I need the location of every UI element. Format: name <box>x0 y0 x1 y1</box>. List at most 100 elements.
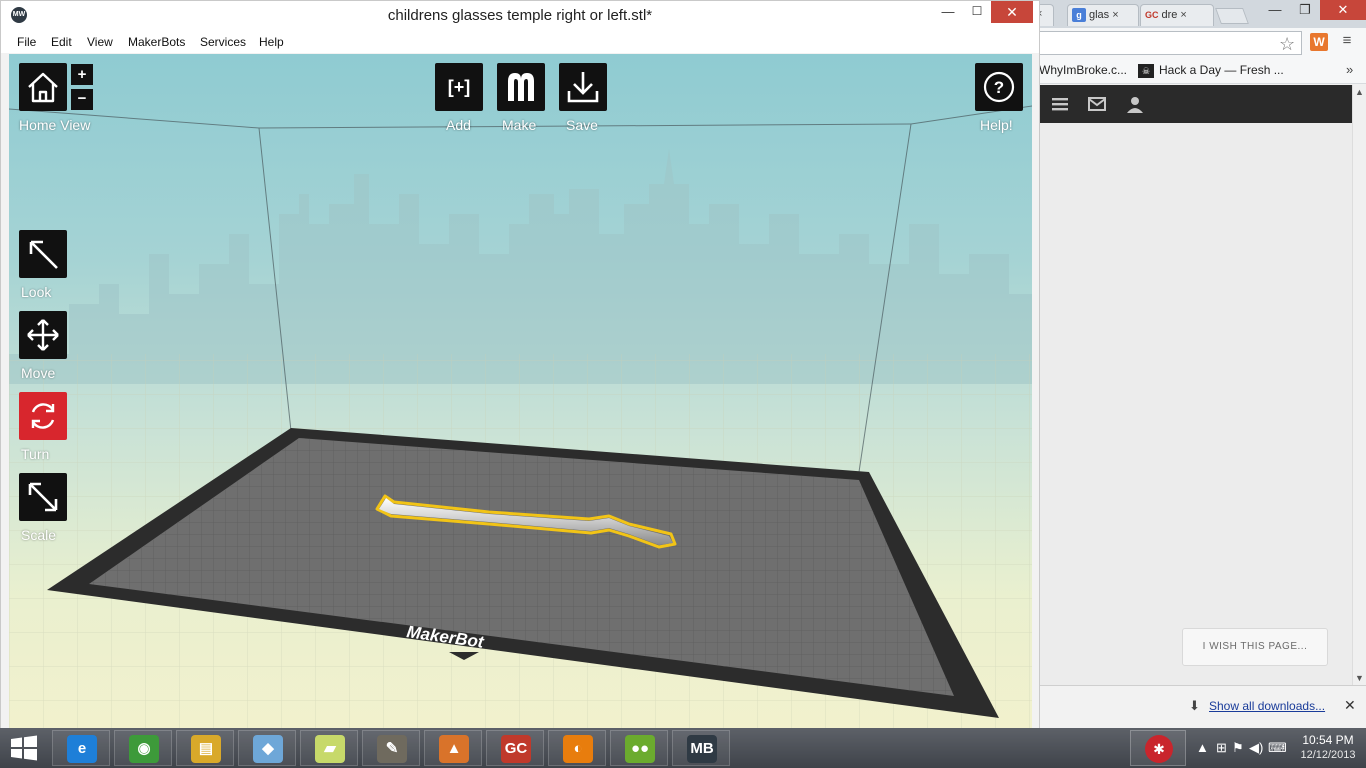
add-icon: [+] <box>448 77 471 97</box>
move-tool-button[interactable] <box>19 311 67 359</box>
makerbot-desktop-icon: MB <box>687 735 717 763</box>
home-view-button[interactable] <box>19 63 67 111</box>
tab-close-icon[interactable]: × <box>1112 9 1118 21</box>
make-label: Make <box>502 117 537 133</box>
taskbar-peas[interactable]: ●● <box>610 730 668 766</box>
hackaday-icon: ☠ <box>1138 63 1154 78</box>
show-all-downloads-link[interactable]: Show all downloads... <box>1209 699 1325 713</box>
3d-viewport[interactable]: MakerBot Home View + − [+] Add Make Save… <box>9 54 1032 734</box>
page-scrollbar[interactable]: ▲ ▼ <box>1352 85 1366 685</box>
scale-arrows-icon <box>28 482 58 512</box>
menu-help[interactable]: Help <box>259 35 284 49</box>
taskbar-gc[interactable]: GC <box>486 730 544 766</box>
look-tool-button[interactable] <box>19 230 67 278</box>
scale-tool-button[interactable] <box>19 473 67 521</box>
file-explorer-icon: ▤ <box>191 735 221 763</box>
bookmarks-overflow-icon[interactable]: » <box>1346 62 1353 77</box>
app-4-icon: ◆ <box>253 735 283 763</box>
add-button[interactable]: [+] <box>435 63 483 111</box>
home-icon <box>28 72 58 103</box>
tab-label: glas <box>1089 8 1110 21</box>
menu-services[interactable]: Services <box>200 35 246 49</box>
browser-toolbar: ☆ W ≡ <box>1034 28 1366 58</box>
chrome-menu-icon[interactable]: ≡ <box>1338 32 1356 50</box>
page-content: I WISH THIS PAGE... <box>1034 123 1352 685</box>
browser-tab-gc[interactable]: GC dre × <box>1140 4 1214 26</box>
menu-makerbots[interactable]: MakerBots <box>128 35 185 49</box>
window-titlebar: MW childrens glasses temple right or lef… <box>1 1 1039 31</box>
downloads-close-icon[interactable]: ✕ <box>1344 697 1356 714</box>
address-bar[interactable]: ☆ <box>1038 31 1302 55</box>
action-center-icon[interactable]: ⚑ <box>1232 740 1244 756</box>
system-tray: ✱ ▲ ⊞ ⚑ ◀) ⌨ 10:54 PM 12/12/2013 <box>1128 728 1366 768</box>
taskbar-app-4[interactable]: ◆ <box>238 730 296 766</box>
bookmark-star-icon[interactable]: ☆ <box>1279 34 1295 55</box>
zoom-out-button[interactable]: − <box>71 89 93 110</box>
windows-taskbar: e ◉ ▤ ◆ ▰ ✎ ▲ GC ◐ ●● MB ✱ ▲ ⊞ ⚑ ◀) ⌨ 10:54 PM 12/… <box>0 728 1366 768</box>
windows-logo-icon <box>11 735 37 761</box>
browser-close-button[interactable]: ✕ <box>1320 0 1366 20</box>
taskbar-gimp[interactable]: ✎ <box>362 730 420 766</box>
browser-maximize-button[interactable]: ❐ <box>1290 0 1320 20</box>
tray-pinned-app[interactable]: ✱ <box>1130 730 1186 766</box>
menu-file[interactable]: File <box>17 35 36 49</box>
download-icon <box>567 72 599 103</box>
bookmarks-bar: WhyImBroke.c... ☠ Hack a Day — Fresh ... … <box>1034 58 1366 84</box>
turn-tool-button[interactable] <box>19 392 67 440</box>
mail-icon[interactable] <box>1087 95 1107 113</box>
close-button[interactable]: ✕ <box>991 1 1033 23</box>
browser-tab-strip: × gglas× GCdre× — ❐ ✕ <box>1028 0 1366 28</box>
taskbar-sticky-notes[interactable]: ▰ <box>300 730 358 766</box>
makerbot-window: MW childrens glasses temple right or lef… <box>0 0 1040 734</box>
network-icon[interactable]: ⊞ <box>1216 740 1227 756</box>
downloads-bar: ⬇ Show all downloads... ✕ <box>1034 685 1366 733</box>
chrome-browser-window: × gglas× GCdre× — ❐ ✕ ☆ W ≡ WhyImBroke.c… <box>1028 0 1366 733</box>
menu-edit[interactable]: Edit <box>51 35 72 49</box>
browser-tab-glasses[interactable]: g glas × <box>1067 4 1139 26</box>
start-button[interactable] <box>8 734 40 762</box>
look-label: Look <box>21 284 52 300</box>
clock-time[interactable]: 10:54 PM <box>1296 733 1360 747</box>
gc-icon: GC <box>501 735 531 763</box>
tab-label: dre <box>1161 8 1178 21</box>
taskbar-file-explorer[interactable]: ▤ <box>176 730 234 766</box>
app-7-icon: ▲ <box>439 735 469 763</box>
help-button[interactable]: ? <box>975 63 1023 111</box>
maximize-button[interactable]: ☐ <box>963 4 991 24</box>
bookmark-whyimbroke[interactable]: WhyImBroke.c... <box>1039 63 1127 77</box>
extension-icon[interactable]: W <box>1310 33 1328 51</box>
show-hidden-icons-icon[interactable]: ▲ <box>1196 740 1209 755</box>
menu-icon[interactable] <box>1050 95 1070 113</box>
desktop: × gglas× GCdre× — ❐ ✕ ☆ W ≡ WhyImBroke.c… <box>0 0 1366 768</box>
save-button[interactable] <box>559 63 607 111</box>
gc-icon: GC <box>1145 10 1159 20</box>
look-arrow-icon <box>29 240 58 269</box>
volume-icon[interactable]: ◀) <box>1249 740 1263 756</box>
taskbar-makerbot-desktop[interactable]: MB <box>672 730 730 766</box>
taskbar-internet-explorer[interactable]: e <box>52 730 110 766</box>
minimize-button[interactable]: — <box>934 4 962 24</box>
wish-this-page-button[interactable]: I WISH THIS PAGE... <box>1182 628 1328 666</box>
taskbar-blender[interactable]: ◐ <box>548 730 606 766</box>
scroll-down-icon[interactable]: ▼ <box>1355 673 1364 683</box>
make-button[interactable] <box>497 63 545 111</box>
taskbar-chrome[interactable]: ◉ <box>114 730 172 766</box>
bookmark-hackaday[interactable]: ☠ Hack a Day — Fresh ... <box>1138 63 1284 78</box>
new-tab-button[interactable] <box>1215 8 1249 24</box>
save-label: Save <box>566 117 598 133</box>
window-title: childrens glasses temple right or left.s… <box>387 7 653 24</box>
svg-text:?: ? <box>994 78 1004 97</box>
rotate-icon <box>31 403 55 429</box>
help-label: Help! <box>980 117 1013 133</box>
menu-view[interactable]: View <box>87 35 113 49</box>
makerbot-m-icon <box>508 73 534 101</box>
site-header <box>1034 85 1352 123</box>
taskbar-app-7[interactable]: ▲ <box>424 730 482 766</box>
browser-minimize-button[interactable]: — <box>1260 0 1290 20</box>
user-icon[interactable] <box>1125 95 1145 113</box>
scroll-up-icon[interactable]: ▲ <box>1355 87 1364 97</box>
tab-close-icon[interactable]: × <box>1180 9 1186 21</box>
zoom-in-button[interactable]: + <box>71 64 93 85</box>
keyboard-icon[interactable]: ⌨ <box>1268 740 1287 756</box>
clock-date[interactable]: 12/12/2013 <box>1296 749 1360 761</box>
